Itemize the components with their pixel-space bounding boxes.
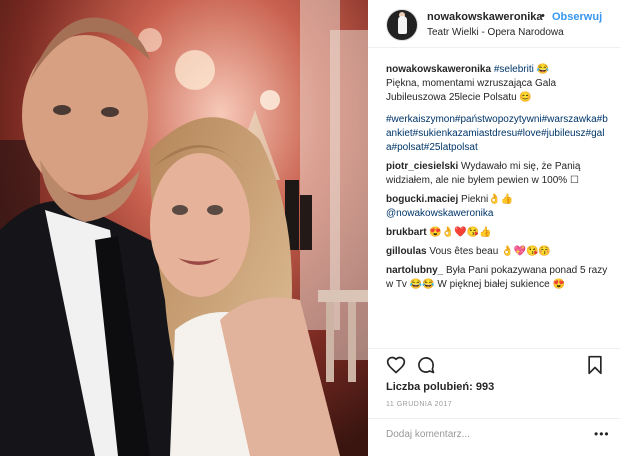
add-comment-bar: ••• bbox=[368, 418, 620, 457]
comment-text: Piekni👌👍 bbox=[461, 194, 514, 205]
comment: bogucki.maciej Piekni👌👍 @nowakowskaweron… bbox=[386, 193, 608, 221]
post-header: nowakowskaweronika • Obserwuj Teatr Wiel… bbox=[368, 0, 620, 48]
comment: nartolubny_ Była Pani pokazywana ponad 5… bbox=[386, 264, 608, 292]
comment: brukbart 😍👌❤️😘👍 bbox=[386, 226, 608, 240]
follow-button[interactable]: Obserwuj bbox=[552, 11, 602, 23]
selfie-image bbox=[0, 0, 368, 456]
comments-list: nowakowskaweronika #selebriti 😂 Piękna, … bbox=[386, 63, 608, 297]
post-photo[interactable] bbox=[0, 0, 368, 456]
comment: gilloulas Vous êtes beau 👌💖😘😚 bbox=[386, 245, 608, 259]
caption-emoji: 😂 bbox=[536, 64, 550, 75]
comment: piotr_ciesielski Wydawało mi się, że Pan… bbox=[386, 160, 608, 188]
add-comment-input[interactable] bbox=[386, 429, 576, 440]
more-options-icon[interactable]: ••• bbox=[594, 427, 610, 441]
caption-hashtags-block: #werkaiszymon#państwopozytywni#warszawka… bbox=[386, 113, 608, 155]
post-location[interactable]: Teatr Wielki - Opera Narodowa bbox=[427, 27, 564, 38]
post-username[interactable]: nowakowskaweronika bbox=[427, 11, 543, 23]
likes-count[interactable]: Liczba polubień: 993 bbox=[386, 381, 494, 393]
separator-dot: • bbox=[541, 10, 545, 22]
comment-author[interactable]: bogucki.maciej bbox=[386, 194, 458, 205]
caption-hashtags[interactable]: #werkaiszymon#państwopozytywni#warszawka… bbox=[386, 114, 608, 153]
heart-icon[interactable] bbox=[386, 355, 406, 380]
caption-author[interactable]: nowakowskaweronika bbox=[386, 64, 491, 75]
comment-author[interactable]: gilloulas bbox=[386, 246, 427, 257]
comment-mention[interactable]: @nowakowskaweronika bbox=[386, 208, 493, 219]
comment-author[interactable]: nartolubny_ bbox=[386, 265, 443, 276]
comment-icon[interactable] bbox=[416, 355, 436, 380]
caption: nowakowskaweronika #selebriti 😂 Piękna, … bbox=[386, 63, 608, 105]
caption-tag[interactable]: #selebriti bbox=[494, 64, 534, 75]
comment-author[interactable]: brukbart bbox=[386, 227, 427, 238]
post-side-panel: nowakowskaweronika • Obserwuj Teatr Wiel… bbox=[368, 0, 620, 456]
comment-text: 😍👌❤️😘👍 bbox=[429, 227, 492, 238]
bookmark-icon[interactable] bbox=[586, 355, 604, 380]
comment-text: Vous êtes beau 👌💖😘😚 bbox=[429, 246, 551, 257]
caption-text: Piękna, momentami wzruszająca Gala Jubil… bbox=[386, 78, 557, 103]
post-date: 11 GRUDNIA 2017 bbox=[386, 401, 453, 408]
comment-author[interactable]: piotr_ciesielski bbox=[386, 161, 458, 172]
avatar-figure bbox=[398, 16, 407, 34]
avatar[interactable] bbox=[386, 9, 418, 41]
